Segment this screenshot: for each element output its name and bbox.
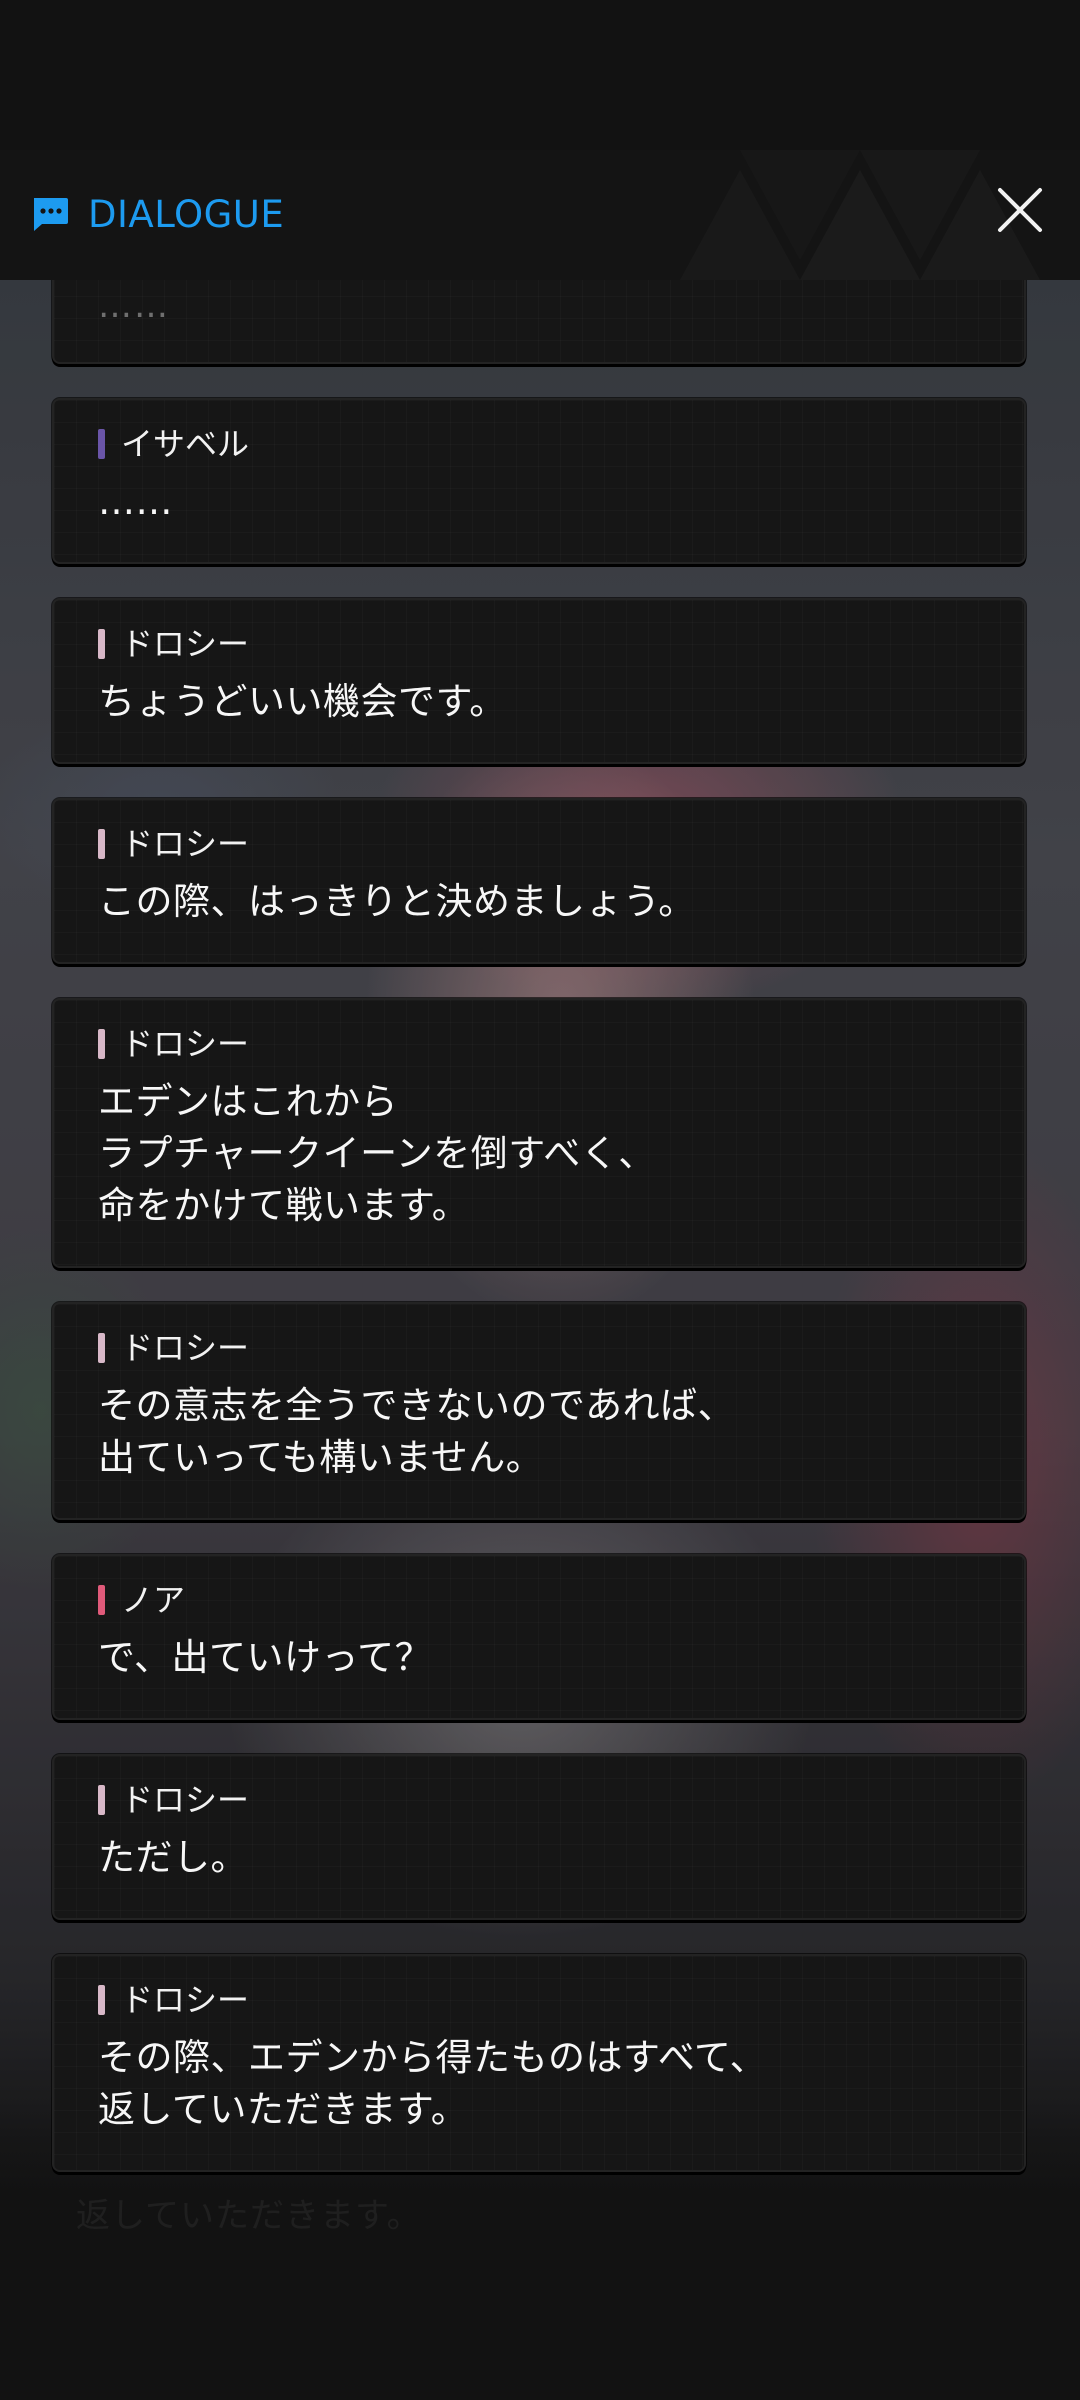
close-icon	[998, 188, 1042, 232]
speaker-color-bar	[98, 1585, 105, 1615]
dialogue-text: で、出ていけって？	[98, 1636, 433, 1679]
dialogue-entry: ドロシー その意志を全うできないのであれば、 出ていっても構いません。	[52, 1302, 1026, 1520]
speaker-color-bar	[98, 1029, 105, 1059]
speaker-color-bar	[98, 1785, 105, 1815]
dialogue-text: ただし。	[98, 1836, 248, 1879]
dialogue-entry: ドロシー ただし。	[52, 1754, 1026, 1920]
speaker-color-bar	[98, 829, 105, 859]
header-title-group: DIALOGUE	[30, 184, 284, 244]
dialogue-text: ……	[98, 286, 170, 326]
speaker-row: ドロシー	[98, 1024, 980, 1064]
dialogue-entry: イサベル ……	[52, 398, 1026, 564]
speaker-color-bar	[98, 1985, 105, 2015]
speaker-name: ドロシー	[121, 1781, 250, 1819]
dialogue-text: その意志を全うできないのであれば、 出ていっても構いません。	[98, 1384, 736, 1479]
header-title: DIALOGUE	[88, 192, 285, 236]
speaker-name: ドロシー	[121, 825, 250, 863]
chat-bubble-icon	[34, 198, 68, 231]
dialogue-entry: ドロシー エデンはこれから ラプチャークイーンを倒すべく、 命をかけて戦います。	[52, 998, 1026, 1268]
dialogue-entry: ドロシー この際、はっきりと決めましょう。	[52, 798, 1026, 964]
close-button[interactable]	[988, 178, 1052, 242]
dialogue-header: DIALOGUE	[0, 150, 1080, 280]
dialogue-entry: ノア で、出ていけって？	[52, 1554, 1026, 1720]
speaker-color-bar	[98, 429, 105, 459]
dialogue-entry: ドロシー その際、エデンから得たものはすべて、 返していただきます。	[52, 1954, 1026, 2172]
dialogue-log[interactable]: …… イサベル …… ドロシー ちょうどいい機会です。 ドロシー この際、はっき…	[0, 0, 1080, 2400]
dialogue-text: エデンはこれから ラプチャークイーンを倒すべく、 命をかけて戦います。	[98, 1080, 656, 1227]
dialogue-text: ちょうどいい機会です。	[98, 680, 507, 723]
speaker-row: ドロシー	[98, 1780, 980, 1820]
dialogue-text: この際、はっきりと決めましょう。	[98, 880, 696, 923]
speaker-row: ノア	[98, 1580, 980, 1620]
speaker-name: ドロシー	[121, 1025, 250, 1063]
speaker-name: ドロシー	[121, 1329, 250, 1367]
speaker-row: ドロシー	[98, 1980, 980, 2020]
speaker-color-bar	[98, 629, 105, 659]
dialogue-text: その際、エデンから得たものはすべて、 返していただきます。	[98, 2036, 768, 2131]
speaker-name: ドロシー	[121, 1981, 250, 2019]
speaker-row: ドロシー	[98, 1328, 980, 1368]
dialogue-entry: ドロシー ちょうどいい機会です。	[52, 598, 1026, 764]
dialogue-text: ……	[98, 480, 173, 523]
speaker-row: ドロシー	[98, 824, 980, 864]
speaker-name: ドロシー	[121, 625, 250, 663]
speaker-name: イサベル	[121, 425, 250, 463]
speaker-name: ノア	[121, 1581, 186, 1619]
speaker-row: イサベル	[98, 424, 980, 464]
speaker-row: ドロシー	[98, 624, 980, 664]
speaker-color-bar	[98, 1333, 105, 1363]
